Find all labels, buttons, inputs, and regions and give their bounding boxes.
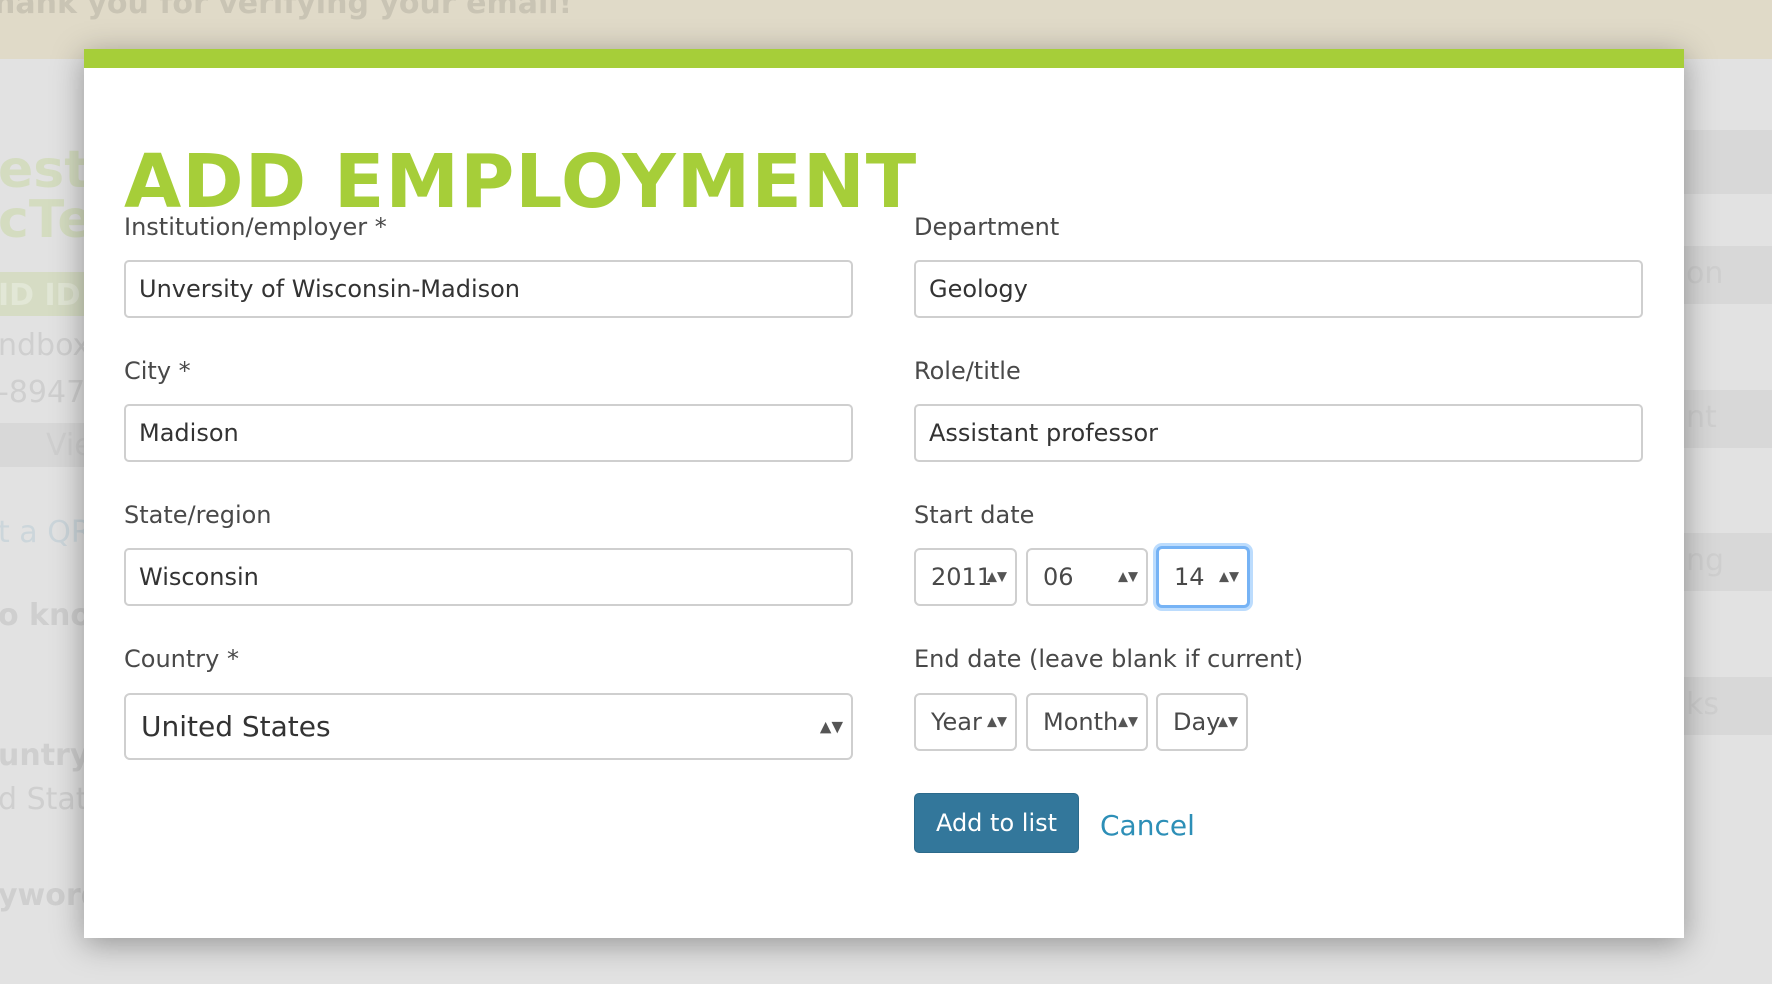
role-input[interactable] <box>914 404 1643 462</box>
start-year-select[interactable]: 2011 ▲▼ <box>914 548 1017 606</box>
country-label: Country * <box>124 645 239 673</box>
end-day-select[interactable]: Day ▲▼ <box>1156 693 1248 751</box>
bg-text: t a QR <box>0 515 92 550</box>
country-value: United States <box>141 710 331 743</box>
add-employment-dialog: ADD EMPLOYMENT Institution/employer * De… <box>84 49 1684 938</box>
dialog-title: ADD EMPLOYMENT <box>124 139 918 225</box>
state-label: State/region <box>124 501 272 529</box>
state-input[interactable] <box>124 548 853 606</box>
updown-arrows-icon: ▲▼ <box>987 569 1007 585</box>
end-month-select[interactable]: Month ▲▼ <box>1026 693 1148 751</box>
bg-text: ng <box>1686 543 1725 578</box>
bg-text: untry <box>0 738 90 773</box>
end-year-select[interactable]: Year ▲▼ <box>914 693 1017 751</box>
bg-text: nt <box>1686 400 1717 435</box>
end-date-label: End date (leave blank if current) <box>914 645 1304 673</box>
bg-text: cTe <box>0 190 93 250</box>
department-input[interactable] <box>914 260 1643 318</box>
accent-bar <box>84 49 1684 68</box>
start-month-select[interactable]: 06 ▲▼ <box>1026 548 1148 606</box>
start-year-value: 2011 <box>931 563 993 591</box>
cancel-link[interactable]: Cancel <box>1100 809 1195 842</box>
updown-arrows-icon: ▲▼ <box>987 714 1007 730</box>
bg-text: ks <box>1686 687 1720 722</box>
bg-toolbar <box>1680 130 1772 194</box>
start-date-label: Start date <box>914 501 1035 529</box>
updown-arrows-icon: ▲▼ <box>1118 714 1138 730</box>
bg-text: ID ID <box>0 278 81 313</box>
start-month-value: 06 <box>1043 563 1074 591</box>
city-label: City * <box>124 357 191 385</box>
institution-label: Institution/employer * <box>124 213 387 241</box>
role-label: Role/title <box>914 357 1021 385</box>
updown-arrows-icon: ▲▼ <box>819 717 843 735</box>
updown-arrows-icon: ▲▼ <box>1218 714 1238 730</box>
bg-text: -8947 <box>0 375 86 410</box>
country-select[interactable]: United States ▲▼ <box>124 693 853 760</box>
updown-arrows-icon: ▲▼ <box>1118 569 1138 585</box>
bg-text: on <box>1686 256 1724 291</box>
end-day-value: Day <box>1173 708 1221 736</box>
end-month-value: Month <box>1043 708 1119 736</box>
department-label: Department <box>914 213 1060 241</box>
add-to-list-button[interactable]: Add to list <box>914 793 1079 853</box>
institution-input[interactable] <box>124 260 853 318</box>
city-input[interactable] <box>124 404 853 462</box>
updown-arrows-icon: ▲▼ <box>1219 569 1239 585</box>
end-year-value: Year <box>931 708 982 736</box>
start-day-select[interactable]: 14 ▲▼ <box>1156 546 1250 608</box>
start-day-value: 14 <box>1174 563 1205 591</box>
banner-text: hank you for verifying your email! <box>0 0 573 21</box>
